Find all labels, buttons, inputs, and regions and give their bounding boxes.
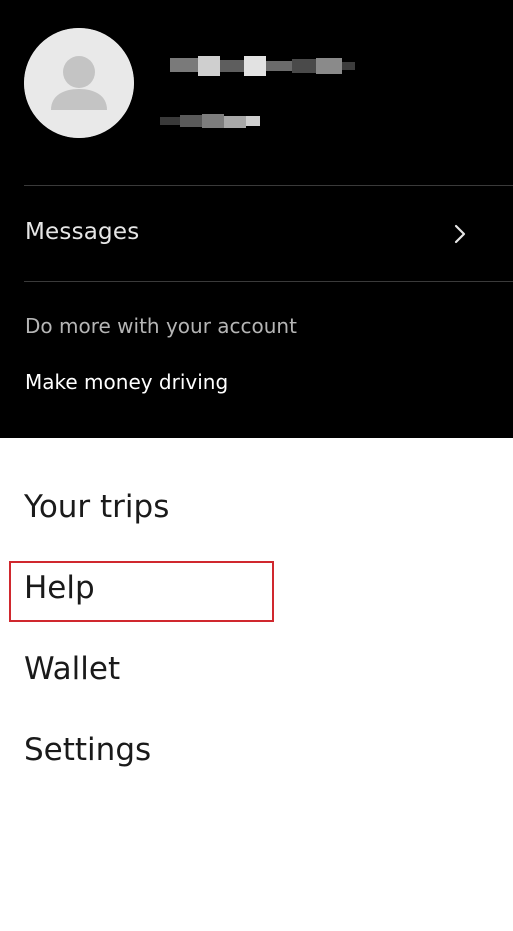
user-name-redacted [170, 56, 355, 76]
divider [24, 281, 513, 282]
avatar[interactable] [24, 28, 134, 138]
menu-item-your-trips[interactable]: Your trips [24, 489, 169, 525]
menu-item-help[interactable]: Help [24, 570, 95, 606]
make-money-driving-link[interactable]: Make money driving [25, 370, 228, 394]
messages-row[interactable]: Messages [0, 186, 513, 281]
user-subtitle-redacted [160, 112, 260, 130]
menu-item-settings[interactable]: Settings [24, 732, 151, 768]
messages-label: Messages [25, 219, 140, 245]
chevron-right-icon [452, 223, 468, 249]
menu-item-wallet[interactable]: Wallet [24, 651, 120, 687]
section-label: Do more with your account [25, 314, 297, 338]
person-silhouette-icon [24, 28, 134, 138]
account-header: Messages Do more with your account Make … [0, 0, 513, 438]
